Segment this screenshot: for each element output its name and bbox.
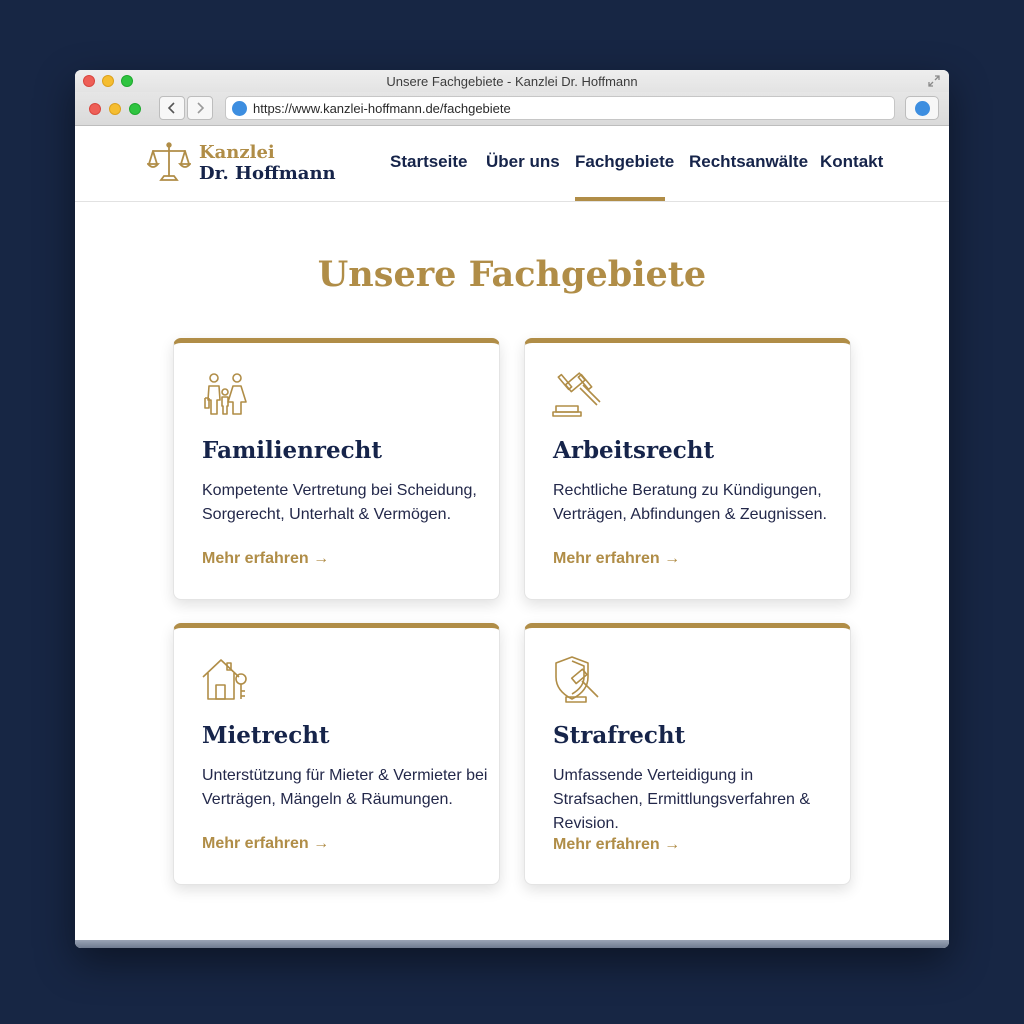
- card-mietrecht[interactable]: Mietrecht Unterstützung für Mieter & Ver…: [173, 623, 500, 885]
- address-bar[interactable]: https://www.kanzlei-hoffmann.de/fachgebi…: [225, 96, 895, 120]
- window-bottom-edge: [75, 940, 949, 948]
- card-title: Arbeitsrecht: [553, 437, 715, 464]
- compass-button[interactable]: [905, 96, 939, 120]
- nav-rechtsanwaelte[interactable]: Rechtsanwälte: [689, 152, 808, 172]
- nav-ueber-uns[interactable]: Über uns: [486, 152, 560, 172]
- more-link[interactable]: Mehr erfahren →: [202, 835, 329, 853]
- house-key-icon: [202, 659, 247, 700]
- card-familienrecht[interactable]: Familienrecht Kompetente Vertretung bei …: [173, 338, 500, 600]
- safari-compass-icon: [232, 101, 247, 116]
- card-description: Kompetente Vertretung bei Scheidung, Sor…: [202, 482, 477, 523]
- page-title: Unsere Fachgebiete: [317, 254, 707, 295]
- logo-text-name[interactable]: Dr. Hoffmann: [199, 163, 336, 184]
- nav-fachgebiete[interactable]: Fachgebiete: [575, 152, 674, 172]
- card-description: Umfassende Verteidigung in Strafsachen, …: [553, 767, 811, 832]
- logo-text-kanzlei[interactable]: Kanzlei: [199, 142, 275, 163]
- more-link[interactable]: Mehr erfahren →: [202, 550, 329, 568]
- tab-minimize-dot[interactable]: [109, 103, 121, 115]
- shield-gavel-icon: [555, 656, 599, 703]
- window-title: Unsere Fachgebiete - Kanzlei Dr. Hoffman…: [386, 74, 638, 89]
- family-icon: [204, 373, 247, 415]
- tab-close-dot[interactable]: [89, 103, 101, 115]
- nav-startseite[interactable]: Startseite: [390, 152, 467, 172]
- window-titlebar: Unsere Fachgebiete - Kanzlei Dr. Hoffman…: [75, 70, 949, 92]
- chevron-right-icon: [197, 102, 205, 114]
- tab-zoom-dot[interactable]: [129, 103, 141, 115]
- chevron-left-icon: [167, 102, 175, 114]
- active-nav-indicator: [575, 197, 665, 201]
- card-description: Unterstützung für Mieter & Vermieter bei…: [202, 767, 488, 808]
- browser-window: Unsere Fachgebiete - Kanzlei Dr. Hoffman…: [75, 70, 949, 948]
- site-header: Kanzlei Dr. Hoffmann Startseite Über uns…: [75, 126, 949, 202]
- card-arbeitsrecht[interactable]: Arbeitsrecht Rechtliche Beratung zu Künd…: [524, 338, 851, 600]
- more-link[interactable]: Mehr erfahren →: [553, 836, 680, 854]
- back-button[interactable]: [159, 96, 185, 120]
- scales-of-justice-icon[interactable]: [147, 140, 191, 184]
- compass-icon: [915, 101, 930, 116]
- browser-toolbar: https://www.kanzlei-hoffmann.de/fachgebi…: [75, 92, 949, 126]
- card-title: Familienrecht: [202, 437, 382, 464]
- card-title: Strafrecht: [553, 722, 686, 749]
- forward-button[interactable]: [187, 96, 213, 120]
- card-title: Mietrecht: [202, 722, 330, 749]
- more-link[interactable]: Mehr erfahren →: [553, 550, 680, 568]
- url-text: https://www.kanzlei-hoffmann.de/fachgebi…: [253, 101, 511, 116]
- nav-kontakt[interactable]: Kontakt: [820, 152, 883, 172]
- card-description: Rechtliche Beratung zu Kündigungen, Vert…: [553, 482, 827, 523]
- gavel-icon: [552, 372, 601, 417]
- fullscreen-icon[interactable]: [927, 74, 941, 88]
- card-strafrecht[interactable]: Strafrecht Umfassende Verteidigung in St…: [524, 623, 851, 885]
